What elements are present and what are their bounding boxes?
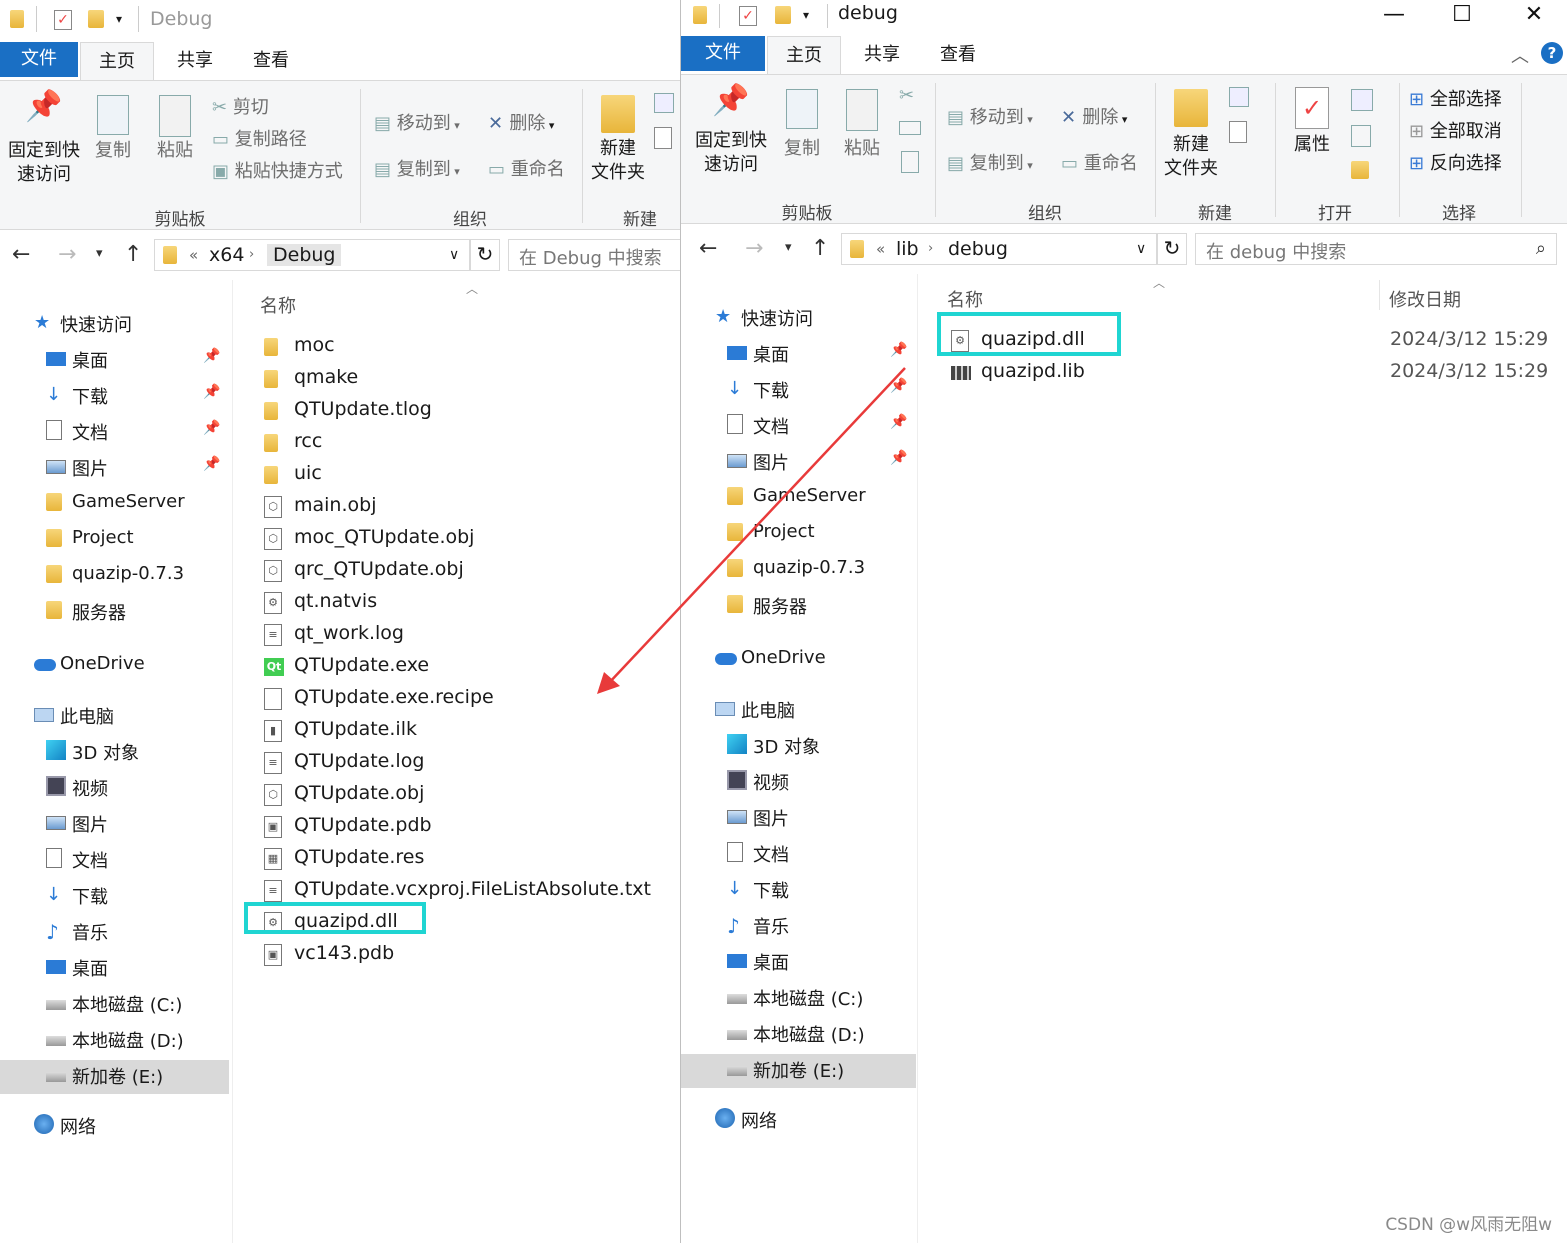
- annotation-arrow: [597, 367, 906, 694]
- watermark: CSDN @w风雨无阻w: [1385, 1215, 1552, 1235]
